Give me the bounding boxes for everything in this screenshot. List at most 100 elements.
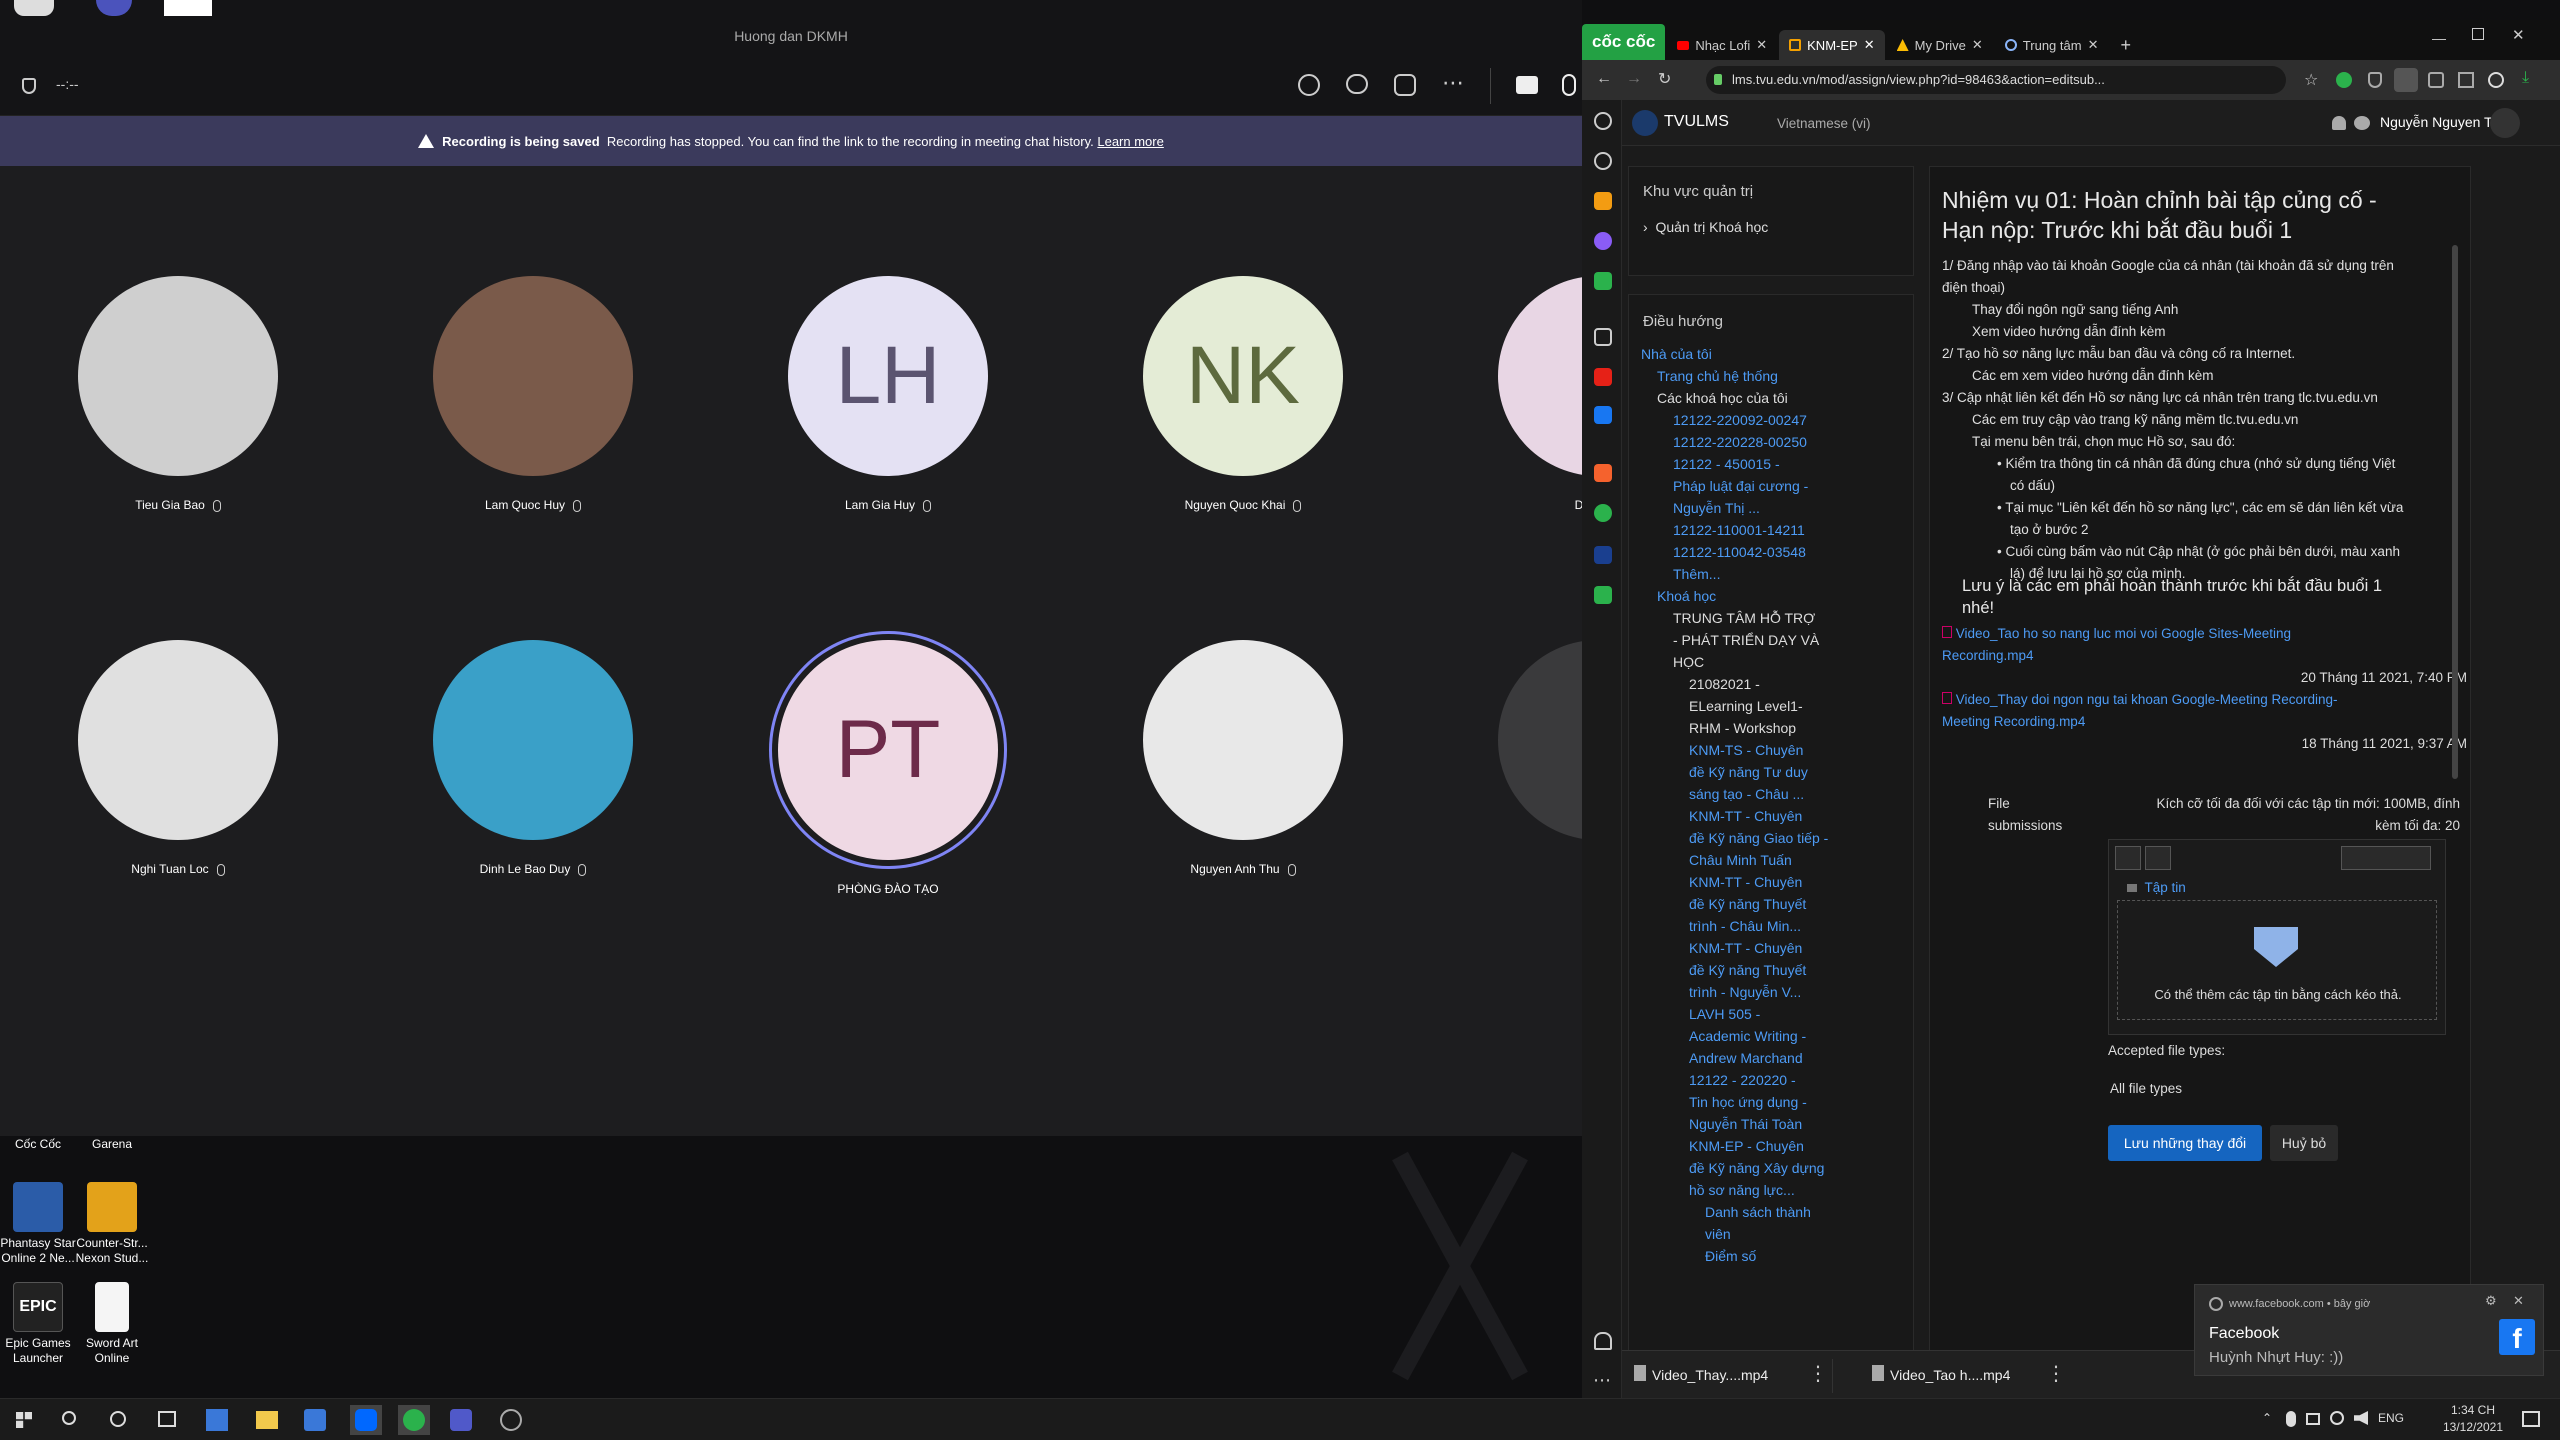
folder-path[interactable]: Tập tin [2127,880,2186,895]
nav-item[interactable]: Tin học ứng dụng - [1641,1091,1911,1113]
site-name[interactable]: TVULMS [1664,113,1729,131]
history-icon[interactable] [1594,152,1612,170]
nav-item[interactable]: đề Kỹ năng Thuyết [1641,893,1911,915]
nav-item[interactable]: HỌC [1641,651,1911,673]
new-tab-button[interactable]: + [2110,30,2141,60]
participant-tile[interactable]: Lam Quoc Huy [353,276,713,576]
participants-icon[interactable] [1298,74,1320,96]
map-icon[interactable] [1594,504,1612,522]
nav-item[interactable]: 12122 - 220220 - [1641,1069,1911,1091]
lock-icon[interactable] [1714,74,1722,85]
nav-item[interactable]: Thêm... [1641,563,1911,585]
desktop-icon-epic-games[interactable]: EPIC Epic Games Launcher [0,1282,76,1366]
shield-icon[interactable] [2368,72,2382,88]
nav-item[interactable]: sáng tạo - Châu ... [1641,783,1911,805]
learn-more-link[interactable]: Learn more [1097,134,1163,149]
participant-tile[interactable]: Tieu Gia Bao [0,276,358,576]
thumb-icon[interactable] [164,0,212,16]
tray-chevron-icon[interactable]: ⌃ [2262,1411,2272,1425]
download-menu-icon[interactable]: ⋮ [2046,1361,2066,1386]
shopping-icon[interactable] [1594,464,1612,482]
nav-item[interactable]: Các khoá học của tôi [1641,387,1911,409]
bell-icon[interactable] [2332,116,2346,130]
reactions-icon[interactable] [1394,74,1416,96]
nav-item[interactable]: 12122-220092-00247 [1641,409,1911,431]
download-icon[interactable] [2394,68,2418,92]
nav-item[interactable]: đề Kỹ năng Thuyết [1641,959,1911,981]
nav-item[interactable]: Nhà của tôi [1641,343,1911,365]
maximize-icon[interactable] [2472,28,2484,40]
create-folder-icon[interactable] [2145,846,2171,870]
participant-tile[interactable]: Nghi Tuan Loc [0,640,358,940]
volume-icon[interactable] [2354,1411,2368,1425]
nav-item[interactable]: Andrew Marchand [1641,1047,1911,1069]
nav-item[interactable]: hồ sơ năng lực... [1641,1179,1911,1201]
download-item-2[interactable]: Video_Tao h....mp4 [1890,1367,2010,1383]
collections-icon[interactable] [2458,72,2474,88]
url-field[interactable]: lms.tvu.edu.vn/mod/assign/view.php?id=98… [1706,66,2286,94]
browser-logo[interactable]: cốc cốc [1582,24,1666,60]
reload-icon[interactable]: ↻ [1658,69,1671,89]
nav-item[interactable]: 12122-220228-00250 [1641,431,1911,453]
nav-item[interactable]: RHM - Workshop [1641,717,1911,739]
back-icon[interactable]: ← [1596,70,1612,88]
crown-icon[interactable] [1594,192,1612,210]
download-item-1[interactable]: Video_Thay....mp4 [1652,1367,1768,1383]
camera-off-icon[interactable] [1516,76,1538,94]
windows-start-icon[interactable] [16,1412,32,1428]
nav-item[interactable]: KNM-TT - Chuyên [1641,937,1911,959]
forward-icon[interactable]: → [1626,70,1642,88]
participant-tile[interactable]: NK Nguyen Quoc Khai [1063,276,1423,576]
download-menu-icon[interactable]: ⋮ [1808,1361,1828,1386]
youtube-icon[interactable] [1594,368,1612,386]
close-icon[interactable]: ✕ [1864,37,1875,53]
attachment-name-2[interactable]: Meeting Recording.mp4 [1942,714,2085,729]
nav-item[interactable]: Điểm số [1641,1245,1911,1267]
teams-icon[interactable] [450,1409,472,1431]
tvu-logo[interactable] [1632,110,1658,136]
network-icon[interactable] [2330,1411,2344,1425]
cortana-icon[interactable] [110,1411,126,1427]
nav-item[interactable]: KNM-EP - Chuyên [1641,1135,1911,1157]
nav-item[interactable]: ELearning Level1- [1641,695,1911,717]
tab-my-drive[interactable]: My Drive ✕ [1887,30,1993,60]
steam-icon[interactable] [500,1409,522,1431]
cancel-button[interactable]: Huỷ bỏ [2270,1125,2338,1161]
language-indicator[interactable]: ENG [2378,1411,2404,1425]
nav-item[interactable]: Nguyễn Thị ... [1641,497,1911,519]
nav-item[interactable]: KNM-TT - Chuyên [1641,805,1911,827]
minimize-icon[interactable]: — [2432,30,2446,46]
action-center-icon[interactable] [2522,1411,2540,1427]
shield-icon[interactable] [22,78,36,94]
nav-item[interactable]: - PHÁT TRIỂN DẠY VÀ [1641,629,1911,651]
add-icon[interactable] [1594,328,1612,346]
mic-off-icon[interactable] [1562,74,1576,96]
gear-icon[interactable]: ⚙ [2485,1293,2497,1309]
desktop-label-coccoc[interactable]: Cốc Cốc [0,1137,76,1152]
zalo-taskbar[interactable] [350,1405,382,1435]
app-thumb-icon[interactable] [14,0,54,16]
coccoc-taskbar[interactable] [398,1405,430,1435]
desktop-icon-pso2[interactable]: Phantasy Star Online 2 Ne... [0,1182,76,1266]
user-avatar[interactable] [2490,108,2520,138]
chat-icon[interactable] [1346,74,1368,94]
nav-item[interactable]: Nguyễn Thái Toàn [1641,1113,1911,1135]
nav-item[interactable]: đề Kỹ năng Xây dựng [1641,1157,1911,1179]
admin-course-link[interactable]: › Quản trị Khoá học [1643,219,1768,235]
tab-knm-ep[interactable]: KNM-EP ✕ [1779,30,1885,60]
file-explorer-icon[interactable] [256,1411,278,1429]
tiki-icon[interactable] [1594,546,1612,564]
game-controller-icon[interactable] [1594,272,1612,290]
nav-item[interactable]: Danh sách thành [1641,1201,1911,1223]
nav-item[interactable]: 12122-110042-03548 [1641,541,1911,563]
scrollbar[interactable] [2452,245,2458,779]
close-icon[interactable]: ✕ [2088,37,2099,53]
desktop-icon-counter-strike[interactable]: Counter-Str... Nexon Stud... [74,1182,150,1266]
nav-item[interactable]: TRUNG TÂM HỖ TRỢ [1641,607,1911,629]
sheet-icon[interactable] [1594,586,1612,604]
nav-item[interactable]: KNM-TT - Chuyên [1641,871,1911,893]
bookmark-star-icon[interactable]: ☆ [2304,70,2318,90]
microphone-icon[interactable] [2286,1411,2296,1427]
close-icon[interactable]: ✕ [2513,1293,2524,1309]
nav-item[interactable]: Châu Minh Tuấn [1641,849,1911,871]
